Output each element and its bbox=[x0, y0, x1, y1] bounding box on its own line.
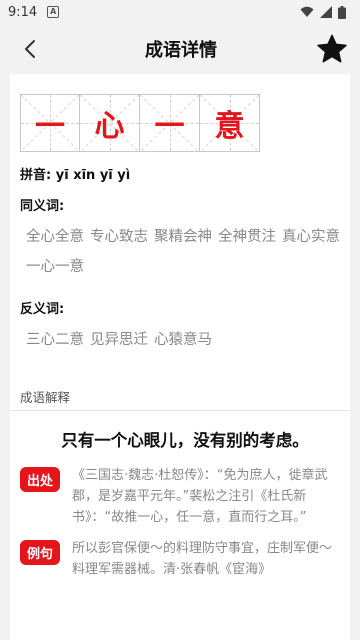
app-bar: 成语详情 bbox=[0, 24, 360, 74]
idiom-char-cell: 一 bbox=[140, 94, 200, 153]
synonym-item[interactable]: 聚精会神 bbox=[154, 226, 218, 248]
example-row: 例句 所以彭官保便～的料理防守事宜，庄制军便～料理军需器械。清·张春帆《宦海》 bbox=[20, 538, 350, 580]
page-title: 成语详情 bbox=[145, 40, 217, 61]
synonyms-list: 全心全意 专心致志 聚精会神 全神贯注 真心实意 一心一意 bbox=[20, 226, 350, 286]
status-bar: 9:14 A bbox=[0, 0, 360, 24]
idiom-char-cell: 一 bbox=[20, 94, 80, 152]
pinyin-value: yī xīn yī yì bbox=[55, 168, 131, 183]
battery-icon bbox=[338, 5, 346, 19]
idiom-char: 意 bbox=[214, 109, 245, 144]
idiom-char-cell: 意 bbox=[200, 94, 260, 153]
cell-signal-icon bbox=[320, 6, 332, 18]
notification-a-icon: A bbox=[47, 6, 60, 18]
idiom-meaning: 只有一个心眼儿，没有别的考虑。 bbox=[61, 431, 309, 450]
explanation-section: 成语解释 只有一个心眼儿，没有别的考虑。 出处 《三国志·魏志·杜恕传》：“免为… bbox=[10, 379, 350, 580]
status-time: 9:14 bbox=[8, 4, 38, 20]
synonym-item[interactable]: 全神贯注 bbox=[218, 226, 282, 248]
favorite-button[interactable] bbox=[314, 31, 350, 67]
example-text: 所以彭官保便～的料理防守事宜，庄制军便～料理军需器械。清·张春帆《宦海》 bbox=[72, 541, 333, 577]
explanation-header: 成语解释 bbox=[10, 379, 350, 411]
back-arrow-icon bbox=[25, 40, 35, 58]
pinyin-label: 拼音: bbox=[20, 168, 52, 183]
source-row: 出处 《三国志·魏志·杜恕传》：“免为庶人，徙章武郡，是岁嘉平元年。”裴松之注引… bbox=[20, 465, 350, 528]
example-tag: 例句 bbox=[20, 540, 61, 565]
synonym-item[interactable]: 全心全意 bbox=[26, 226, 90, 248]
antonyms-list: 三心二意 见异思迁 心猿意马 bbox=[20, 329, 350, 359]
idiom-char-cell: 心 bbox=[80, 94, 140, 153]
star-icon bbox=[317, 34, 347, 63]
source-text: 《三国志·魏志·杜恕传》：“免为庶人，徙章武郡，是岁嘉平元年。”裴松之注引《杜氏… bbox=[72, 468, 328, 525]
source-tag: 出处 bbox=[20, 467, 61, 492]
idiom-char: 一 bbox=[35, 109, 65, 144]
idiom-detail-content: 一 心 一 意 拼音: yī xīn yī yì 同义词: 全心全意 专心致志 … bbox=[10, 74, 350, 640]
antonym-item[interactable]: 见异思迁 bbox=[90, 329, 154, 351]
synonyms-label: 同义词: bbox=[20, 199, 65, 214]
pinyin-row: 拼音: yī xīn yī yì bbox=[20, 164, 350, 183]
idiom-char-grid: 一 心 一 意 bbox=[20, 94, 350, 153]
synonym-item[interactable]: 专心致志 bbox=[90, 226, 154, 248]
idiom-char: 心 bbox=[94, 109, 125, 144]
antonyms-label: 反义词: bbox=[20, 302, 65, 317]
idiom-char: 一 bbox=[154, 109, 185, 144]
synonym-item[interactable]: 一心一意 bbox=[26, 256, 90, 278]
synonym-item[interactable]: 真心实意 bbox=[282, 226, 346, 248]
antonym-item[interactable]: 三心二意 bbox=[26, 329, 90, 351]
back-button[interactable] bbox=[12, 31, 48, 67]
antonym-item[interactable]: 心猿意马 bbox=[154, 329, 218, 351]
wifi-icon bbox=[300, 6, 314, 17]
